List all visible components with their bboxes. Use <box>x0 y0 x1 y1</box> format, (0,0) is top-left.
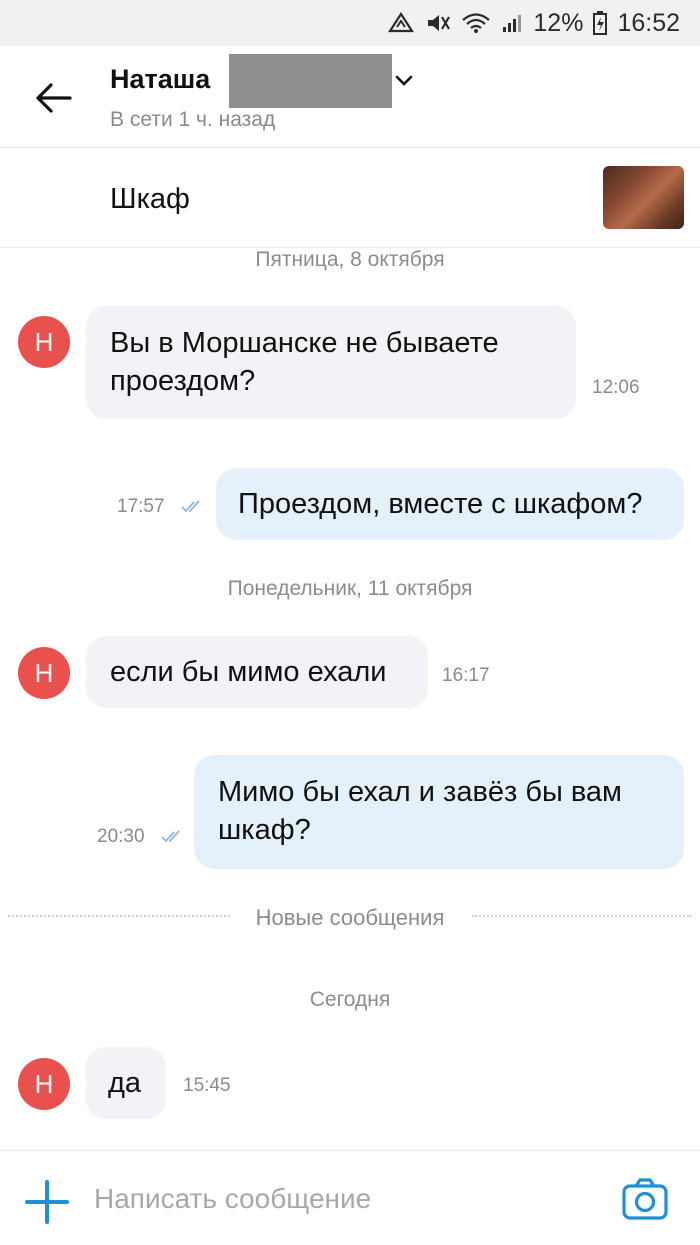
new-messages-divider: Новые сообщения <box>0 902 700 932</box>
message-bubble-outgoing: Мимо бы ехал и завёз бы вам шкаф? <box>194 755 684 869</box>
message-bubble-incoming: Вы в Моршанске не бываете проездом? <box>86 306 576 419</box>
message-time: 12:06 <box>592 377 640 398</box>
avatar[interactable]: Н <box>18 647 70 699</box>
date-separator: Понедельник, 11 октября <box>227 577 473 600</box>
message-composer <box>0 1150 700 1245</box>
new-messages-label: Новые сообщения <box>241 905 459 930</box>
signal-icon <box>501 12 523 34</box>
message-text: да <box>108 1067 142 1099</box>
date-separator: Пятница, 8 октября <box>255 248 445 271</box>
camera-icon[interactable] <box>621 1177 669 1221</box>
message-time: 17:57 <box>117 496 165 517</box>
message-text: Вы в Моршанске не бываете проездом? <box>110 327 499 397</box>
date-separator: Сегодня <box>309 988 391 1011</box>
battery-percent: 12% <box>533 8 584 37</box>
data-saver-icon <box>387 12 415 34</box>
message-time: 15:45 <box>183 1075 231 1096</box>
message-bubble-outgoing: Проездом, вместе с шкафом? <box>216 468 684 540</box>
back-arrow-icon[interactable] <box>34 82 74 114</box>
listing-title[interactable]: Шкаф <box>110 183 190 216</box>
status-bar: 12% 16:52 <box>0 0 700 46</box>
message-bubble-incoming: если бы мимо ехали <box>86 636 428 708</box>
read-ticks-icon <box>181 500 200 513</box>
message-text: Мимо бы ехал и завёз бы вам шкаф? <box>218 776 622 846</box>
message-text: Проездом, вместе с шкафом? <box>238 488 643 520</box>
chevron-down-icon[interactable] <box>394 74 414 88</box>
redaction-block <box>229 54 392 108</box>
message-time: 20:30 <box>97 826 145 847</box>
avatar[interactable]: Н <box>18 316 70 368</box>
wifi-icon <box>461 12 491 34</box>
message-text: если бы мимо ехали <box>110 656 387 688</box>
battery-icon <box>593 11 608 35</box>
plus-icon[interactable] <box>24 1179 70 1225</box>
listing-banner[interactable]: Шкаф <box>0 149 700 248</box>
read-ticks-icon <box>161 830 180 843</box>
listing-thumbnail[interactable] <box>603 166 684 229</box>
avatar[interactable]: Н <box>18 1058 70 1110</box>
message-time: 16:17 <box>442 665 490 686</box>
presence-status: В сети 1 ч. назад <box>110 108 276 131</box>
message-input[interactable] <box>94 1175 594 1223</box>
mute-icon <box>425 12 451 34</box>
message-bubble-incoming: да <box>86 1047 166 1119</box>
chat-header: Наташа В сети 1 ч. назад <box>0 46 700 148</box>
status-clock: 16:52 <box>617 8 680 37</box>
contact-name[interactable]: Наташа <box>110 64 210 95</box>
